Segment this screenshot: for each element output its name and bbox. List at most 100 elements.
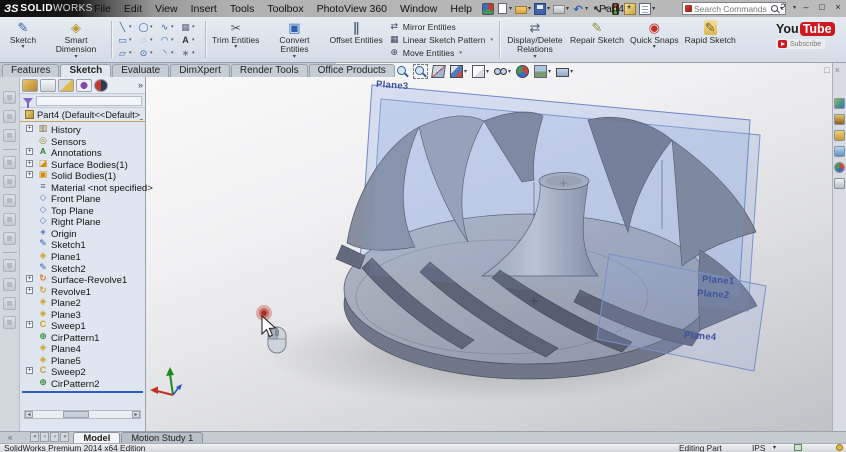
scroll-left-icon[interactable] [25, 411, 33, 418]
button-relations[interactable]: Display/Delete Relations [503, 19, 567, 60]
plane-label-plane2[interactable]: Plane2 [697, 288, 730, 301]
quick-access-new-document[interactable] [497, 3, 512, 15]
dropdown-arrow-icon[interactable] [192, 24, 195, 30]
configurationmanager-tab-icon[interactable] [58, 78, 74, 92]
dropdown-arrow-icon[interactable] [486, 68, 489, 75]
plane-label-plane4[interactable]: Plane4 [684, 330, 717, 343]
panel-horizontal-scrollbar[interactable] [24, 410, 141, 419]
tree-item-surface-revolve1[interactable]: Surface-Revolve1 [20, 273, 145, 286]
close-button[interactable]: × [832, 1, 844, 14]
entity-arc[interactable] [159, 33, 179, 46]
subscribe-button[interactable]: Subscribe [776, 39, 826, 49]
appearances-scenes[interactable] [834, 162, 845, 173]
zoom-to-area[interactable] [413, 64, 428, 79]
button-mirror[interactable]: Mirror Entities [389, 21, 493, 33]
button-rapid-sketch[interactable]: Rapid Sketch [682, 19, 739, 60]
dimxpertmanager-tab-icon[interactable] [76, 78, 92, 92]
disabled-tool-icon[interactable] [3, 110, 16, 123]
entity-text[interactable] [180, 33, 200, 46]
expand-toggle-icon[interactable] [26, 286, 33, 294]
dropdown-arrow-icon[interactable] [171, 50, 174, 56]
custom-properties[interactable] [834, 178, 845, 189]
tree-item-annotations[interactable]: Annotations [20, 146, 145, 159]
quick-access-color-swatches[interactable] [482, 2, 494, 15]
disabled-tool-icon[interactable] [3, 129, 16, 142]
expand-toggle-icon[interactable] [26, 321, 33, 329]
dropdown-arrow-icon[interactable] [490, 37, 493, 43]
tree-item-top-plane[interactable]: Top Plane [20, 204, 145, 217]
button-repair[interactable]: Repair Sketch [567, 19, 627, 60]
displaymanager-tab-icon[interactable] [94, 78, 108, 92]
tab-office-products[interactable]: Office Products [308, 64, 395, 77]
search-input[interactable] [694, 3, 769, 14]
disabled-tool-icon[interactable] [3, 194, 16, 207]
menu-toolbox[interactable]: Toolbox [267, 3, 303, 15]
tree-item-sketch1[interactable]: Sketch1 [20, 238, 145, 251]
entity-perimeter-circle[interactable] [138, 33, 158, 46]
button-move[interactable]: Move Entities [389, 47, 493, 59]
entity-region[interactable] [180, 20, 200, 33]
design-library[interactable] [834, 114, 845, 125]
flyout-arrow-icon[interactable] [293, 55, 296, 60]
view-orientation[interactable] [450, 65, 467, 78]
quick-access-save[interactable] [534, 2, 550, 15]
zoom-to-fit[interactable] [396, 65, 409, 78]
minimize-button[interactable]: – [800, 1, 812, 14]
view-palette[interactable] [834, 146, 845, 157]
tab-sketch[interactable]: Sketch [60, 64, 112, 77]
button-linear-pattern[interactable]: Linear Sketch Pattern [389, 34, 493, 46]
filter-field[interactable] [36, 95, 142, 106]
tab-evaluate[interactable]: Evaluate [112, 64, 170, 77]
tree-item-sweep2[interactable]: Sweep2 [20, 365, 145, 378]
dropdown-arrow-icon[interactable] [171, 24, 174, 30]
flyout-arrow-icon[interactable] [74, 55, 77, 60]
button-sketch[interactable]: Sketch [2, 19, 44, 60]
tab-motion-study-1[interactable]: Motion Study 1 [121, 432, 204, 443]
tree-item-origin[interactable]: Origin [20, 227, 145, 240]
solidworks-resources[interactable] [834, 98, 845, 109]
document-restore-icon[interactable] [824, 65, 829, 75]
tab-features[interactable]: Features [2, 64, 60, 77]
tab-model[interactable]: Model [73, 432, 121, 443]
expand-toggle-icon[interactable] [26, 125, 33, 132]
disabled-tool-icon[interactable] [3, 175, 16, 188]
status-help-icon[interactable] [794, 444, 802, 451]
units-dropdown-icon[interactable] [773, 444, 776, 452]
expand-toggle-icon[interactable] [26, 159, 33, 167]
previous-tab-icon[interactable] [40, 432, 50, 442]
tree-item-solid-bodies-1[interactable]: Solid Bodies(1) [20, 169, 145, 182]
edit-appearance[interactable] [516, 65, 530, 78]
menu-help[interactable]: Help [450, 3, 472, 15]
entity-line[interactable] [117, 20, 137, 33]
flyout-arrow-icon[interactable] [234, 45, 237, 50]
entity-rectangle[interactable] [117, 33, 137, 46]
scrollbar-thumb[interactable] [63, 411, 89, 418]
flyout-arrow-icon[interactable] [533, 55, 536, 60]
flyout-arrow-icon[interactable] [21, 45, 24, 50]
search-commands-box[interactable] [682, 2, 786, 15]
dropdown-arrow-icon[interactable] [150, 50, 153, 56]
disabled-tool-icon[interactable] [3, 156, 16, 169]
tree-item-sensors[interactable]: Sensors [20, 135, 145, 148]
dropdown-arrow-icon[interactable] [509, 3, 512, 15]
disabled-tool-icon[interactable] [3, 91, 16, 104]
dropdown-arrow-icon[interactable] [129, 50, 132, 56]
tree-item-cirpattern1[interactable]: CirPattern1 [20, 331, 145, 344]
disabled-tool-icon[interactable] [3, 297, 16, 310]
dropdown-arrow-icon[interactable] [150, 24, 153, 30]
help-button[interactable]: ? [777, 1, 789, 14]
plane-label-plane1[interactable]: Plane1 [702, 274, 735, 287]
display-style[interactable] [472, 65, 489, 78]
status-tag-icon[interactable] [836, 444, 843, 451]
rollback-bar[interactable] [22, 390, 143, 393]
tree-item-sketch2[interactable]: Sketch2 [20, 262, 145, 275]
disabled-tool-icon[interactable] [3, 316, 16, 329]
expand-toggle-icon[interactable] [26, 171, 33, 179]
panel-overflow-chevron-icon[interactable] [138, 80, 143, 90]
quick-access-open[interactable] [515, 3, 531, 15]
toolbar-overflow-chevron-icon[interactable] [8, 433, 12, 442]
hide-show-items[interactable] [494, 65, 511, 78]
entity-point[interactable] [138, 46, 158, 59]
dropdown-arrow-icon[interactable] [508, 68, 511, 75]
graphics-area[interactable]: Plane3 Plane1Plane2 Plane4 [146, 63, 846, 431]
